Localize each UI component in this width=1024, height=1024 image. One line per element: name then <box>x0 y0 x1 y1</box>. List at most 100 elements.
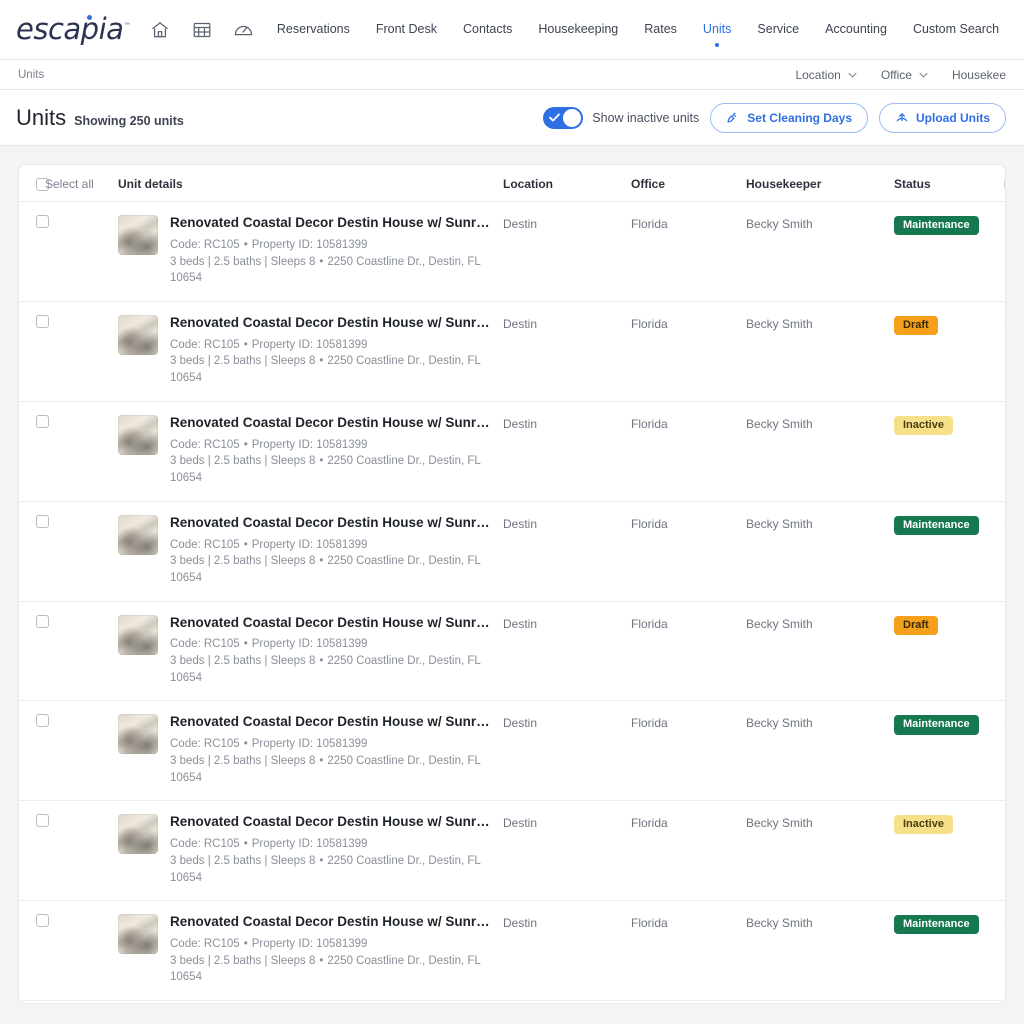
table-row[interactable]: Renovated Coastal Decor Destin House w/ … <box>19 601 1005 702</box>
page-header: Units Showing 250 units Show inactive un… <box>0 90 1024 146</box>
location-value: Destin <box>503 616 538 631</box>
nav-icon-group <box>149 19 255 41</box>
header-office[interactable]: Office <box>631 165 746 202</box>
filter-office[interactable]: Office <box>881 68 928 82</box>
home-icon[interactable] <box>149 19 171 41</box>
housekeeper-value: Becky Smith <box>746 816 813 831</box>
nav-link-custom-search[interactable]: Custom Search <box>913 22 999 38</box>
escapia-logo[interactable]: escapia™ <box>16 12 131 46</box>
unit-title-link[interactable]: Renovated Coastal Decor Destin House w/ … <box>170 215 503 232</box>
unit-details-cell: Renovated Coastal Decor Destin House w/ … <box>118 201 503 302</box>
unit-title-link[interactable]: Renovated Coastal Decor Destin House w/ … <box>170 315 503 332</box>
location-value: Destin <box>503 217 538 231</box>
nav-link-contacts[interactable]: Contacts <box>463 22 512 38</box>
office-value: Florida <box>631 816 668 831</box>
unit-title-link[interactable]: Renovated Coastal Decor Destin House w/ … <box>170 814 503 831</box>
show-inactive-units-toggle[interactable] <box>543 106 584 129</box>
status-cell: Inactive <box>894 401 1004 502</box>
unit-code-line: Code: RC105 • Property ID: 10581399 <box>170 337 503 354</box>
set-cleaning-days-label: Set Cleaning Days <box>747 110 852 125</box>
row-checkbox-cell <box>19 501 49 602</box>
office-value: Florida <box>631 716 668 731</box>
filter-location[interactable]: Location <box>795 68 857 82</box>
table-row[interactable]: Renovated Coastal Decor Destin House w/ … <box>19 301 1005 402</box>
nav-link-accounting[interactable]: Accounting <box>825 22 887 38</box>
header-housekeeper[interactable]: Housekeeper <box>746 165 894 202</box>
nav-link-rates[interactable]: Rates <box>644 22 677 38</box>
select-all-label: Select all <box>45 177 94 191</box>
nav-link-units[interactable]: Units <box>703 22 731 38</box>
unit-thumbnail[interactable] <box>118 714 158 755</box>
unit-thumbnail[interactable] <box>118 814 158 855</box>
office-value: Florida <box>631 217 668 231</box>
table-row[interactable]: Renovated Coastal Decor Destin House w/ … <box>19 700 1005 802</box>
office-value: Florida <box>631 616 668 631</box>
meta-separator: • <box>319 755 324 767</box>
filter-housekeeper-label: Housekee <box>951 67 1006 82</box>
status-cell: Maintenance <box>894 501 1004 602</box>
set-cleaning-days-button[interactable]: Set Cleaning Days <box>710 102 868 133</box>
housekeeper-cell: Becky Smith <box>746 900 894 1002</box>
location-cell: Destin <box>503 301 631 402</box>
unit-thumbnail[interactable] <box>118 614 158 655</box>
unit-specs: 3 beds | 2.5 baths | Sleeps 8 <box>170 655 316 668</box>
location-value: Destin <box>503 316 538 331</box>
unit-code: Code: RC105 <box>170 738 240 751</box>
nav-link-housekeeping[interactable]: Housekeeping <box>538 22 618 38</box>
unit-title-link[interactable]: Renovated Coastal Decor Destin House w/ … <box>170 615 503 632</box>
m-value: M <box>1004 417 1005 431</box>
units-table-card: Select all Unit details Location Office … <box>18 164 1006 1004</box>
unit-thumbnail[interactable] <box>118 514 158 555</box>
unit-thumbnail[interactable] <box>118 215 158 255</box>
broom-icon <box>727 111 737 123</box>
status-badge: Inactive <box>894 415 953 435</box>
m-cell: M <box>1004 601 1005 702</box>
header-status[interactable]: Status <box>894 165 1004 202</box>
table-row[interactable]: Renovated Coastal Decor Destin House w/ … <box>19 900 1005 1002</box>
status-badge: Draft <box>894 315 938 335</box>
nav-link-front-desk[interactable]: Front Desk <box>376 22 437 38</box>
header-m-truncated[interactable]: M <box>1004 165 1005 202</box>
status-badge: Maintenance <box>894 915 979 935</box>
row-spacer-cell <box>45 201 118 302</box>
office-value: Florida <box>631 916 668 931</box>
unit-code: Code: RC105 <box>170 638 240 651</box>
unit-title-link[interactable]: Renovated Coastal Decor Destin House w/ … <box>170 714 503 731</box>
nav-link-service[interactable]: Service <box>757 22 799 38</box>
table-row[interactable]: Renovated Coastal Decor Destin House w/ … <box>19 401 1005 502</box>
gauge-icon[interactable] <box>233 19 255 41</box>
upload-units-button[interactable]: Upload Units <box>879 102 1006 133</box>
unit-details-cell: Renovated Coastal Decor Destin House w/ … <box>118 1000 503 1003</box>
unit-title-link[interactable]: Renovated Coastal Decor Destin House w/ … <box>170 914 503 931</box>
location-value: Destin <box>503 716 538 731</box>
unit-title-link[interactable]: Renovated Coastal Decor Destin House w/ … <box>170 415 503 432</box>
unit-title-link[interactable]: Renovated Coastal Decor Destin House w/ … <box>170 515 503 532</box>
main-nav-links: Reservations Front Desk Contacts Houseke… <box>277 22 1024 38</box>
office-cell: Florida <box>631 401 746 502</box>
breadcrumb[interactable]: Units <box>18 69 44 81</box>
unit-details-cell: Renovated Coastal Decor Destin House w/ … <box>118 700 503 802</box>
m-cell: M <box>1004 800 1005 902</box>
row-spacer-cell <box>45 700 118 802</box>
unit-thumbnail[interactable] <box>118 314 158 355</box>
table-row[interactable]: Renovated Coastal Decor Destin House w/ … <box>19 1000 1005 1003</box>
unit-thumbnail[interactable] <box>118 414 158 455</box>
filter-housekeeper[interactable]: Housekee <box>952 68 1006 82</box>
unit-thumbnail[interactable] <box>118 914 158 955</box>
calendar-grid-icon[interactable] <box>191 19 213 41</box>
table-row[interactable]: Renovated Coastal Decor Destin House w/ … <box>19 800 1005 902</box>
table-row[interactable]: Renovated Coastal Decor Destin House w/ … <box>19 201 1005 302</box>
header-location[interactable]: Location <box>503 165 631 202</box>
header-select-all: Select all <box>45 165 118 202</box>
m-cell: M <box>1004 301 1005 402</box>
table-row[interactable]: Renovated Coastal Decor Destin House w/ … <box>19 501 1005 602</box>
header-unit-details[interactable]: Unit details <box>118 165 503 202</box>
unit-code-line: Code: RC105 • Property ID: 10581399 <box>170 836 503 853</box>
nav-link-reservations[interactable]: Reservations <box>277 22 350 38</box>
office-cell: Florida <box>631 1000 746 1003</box>
unit-property-id: Property ID: 10581399 <box>251 538 368 551</box>
unit-specs-line: 3 beds | 2.5 baths | Sleeps 8 • 2250 Coast… <box>170 753 503 786</box>
meta-separator: • <box>319 655 324 668</box>
units-table-body: Renovated Coastal Decor Destin House w/ … <box>19 201 1005 1003</box>
meta-separator: • <box>243 338 248 351</box>
